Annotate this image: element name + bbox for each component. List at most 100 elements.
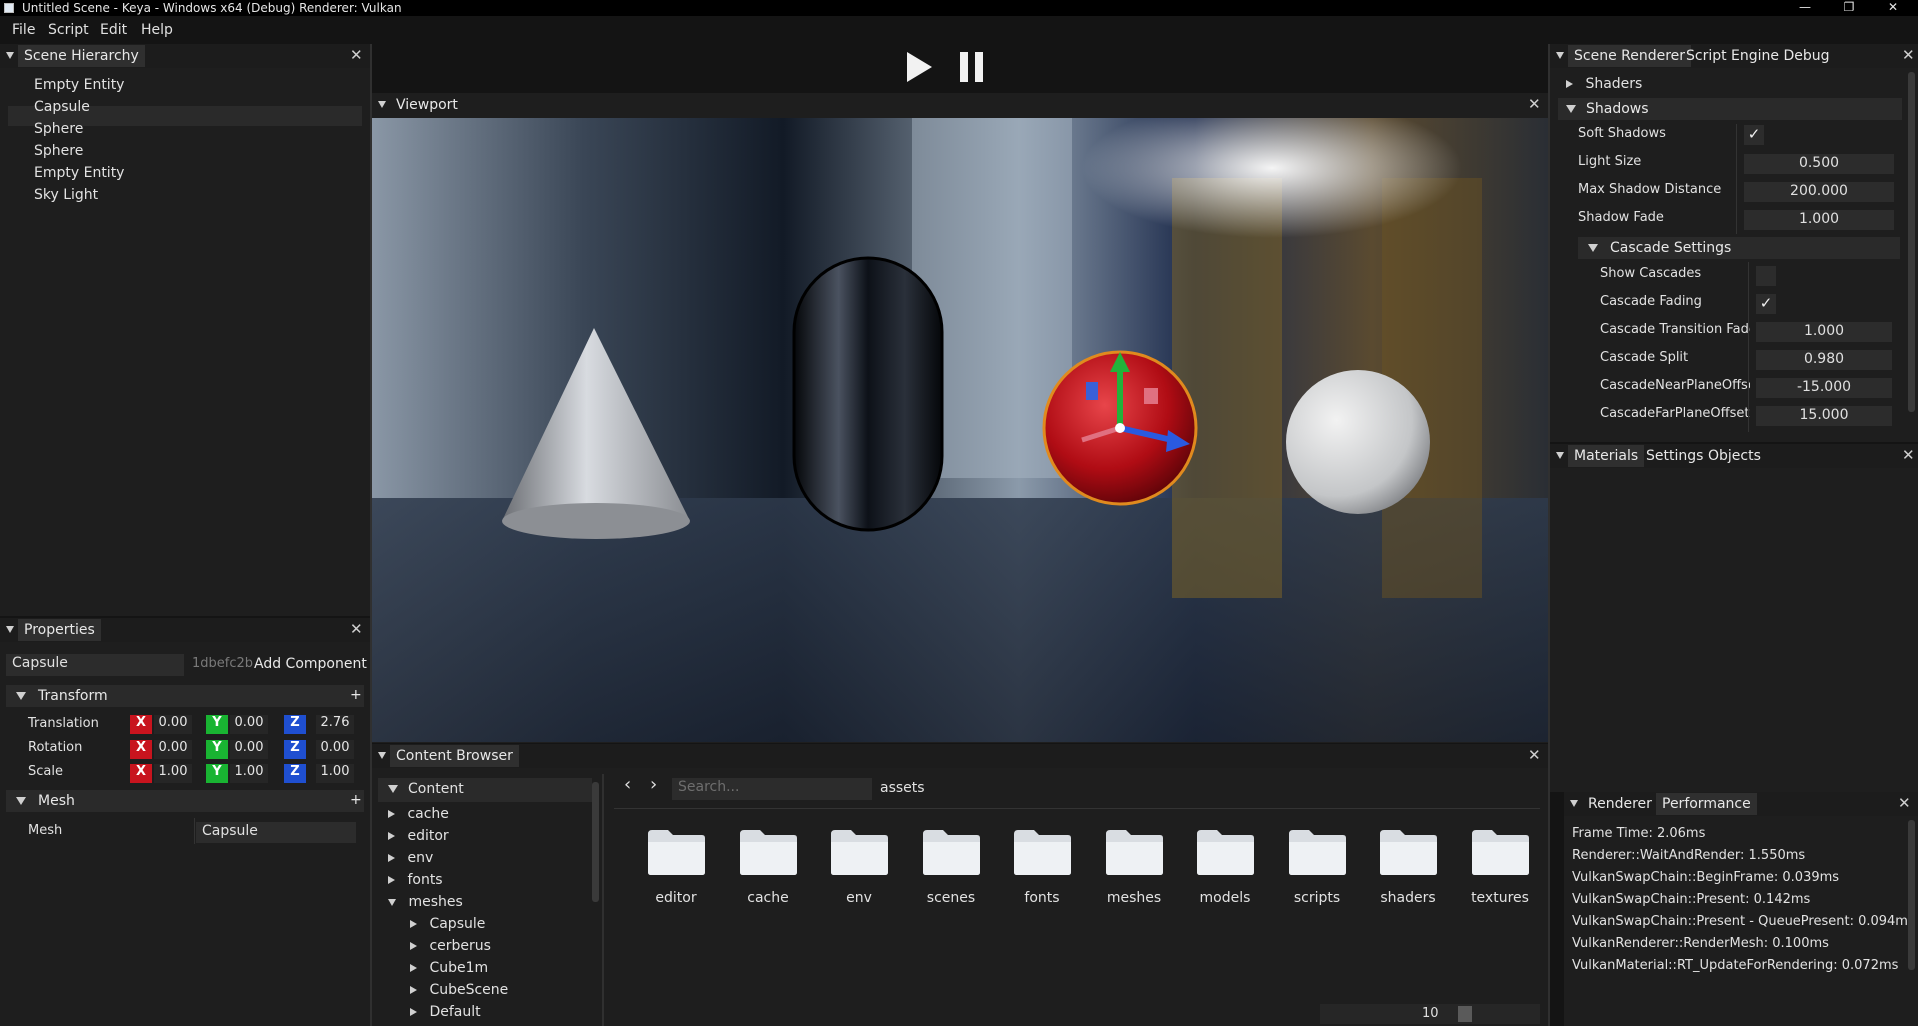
mesh-value-field[interactable]: Capsule xyxy=(196,822,356,843)
tab-settings[interactable]: Settings xyxy=(1640,445,1709,467)
menu-help[interactable]: Help xyxy=(141,22,173,38)
shadow-fade-field[interactable]: 1.000 xyxy=(1744,210,1894,230)
collapse-icon[interactable] xyxy=(6,626,14,633)
tree-item-default[interactable]: Default xyxy=(410,1004,570,1020)
performance-scrollbar[interactable] xyxy=(1908,820,1915,970)
folder-item[interactable]: env xyxy=(819,824,899,924)
collapse-icon[interactable] xyxy=(1556,52,1564,59)
axis-y-label[interactable]: Y xyxy=(206,715,228,734)
translation-x[interactable]: 0.00 xyxy=(154,715,192,734)
tree-item-cubescene[interactable]: CubeScene xyxy=(410,982,570,998)
hierarchy-item[interactable]: Empty Entity xyxy=(34,165,124,181)
shaders-node[interactable]: Shaders xyxy=(1566,76,1642,92)
tree-item-meshes[interactable]: meshes xyxy=(388,894,568,910)
rotation-z[interactable]: 0.00 xyxy=(316,740,354,759)
slider-thumb[interactable] xyxy=(1458,1006,1472,1022)
folder-item[interactable]: models xyxy=(1185,824,1265,924)
search-input[interactable]: Search... xyxy=(672,778,872,800)
axis-y-label[interactable]: Y xyxy=(206,740,228,759)
tree-item-capsule[interactable]: Capsule xyxy=(410,916,570,932)
show-cascades-checkbox[interactable] xyxy=(1756,266,1776,286)
maximize-button[interactable]: ❐ xyxy=(1828,0,1870,16)
folder-item[interactable]: editor xyxy=(636,824,716,924)
menu-file[interactable]: File xyxy=(12,22,35,38)
add-icon[interactable]: + xyxy=(350,792,362,808)
collapse-icon[interactable] xyxy=(378,101,386,108)
cascade-settings-header[interactable]: Cascade Settings xyxy=(1578,237,1900,259)
translation-y[interactable]: 0.00 xyxy=(230,715,268,734)
hierarchy-item[interactable]: Empty Entity xyxy=(34,77,124,93)
axis-x-label[interactable]: X xyxy=(130,715,152,734)
cascade-transition-fade-field[interactable]: 1.000 xyxy=(1756,322,1892,342)
folder-item[interactable]: meshes xyxy=(1094,824,1174,924)
mesh-section-header[interactable]: Mesh + xyxy=(6,790,364,812)
axis-x-label[interactable]: X xyxy=(130,740,152,759)
folder-item[interactable]: shaders xyxy=(1368,824,1448,924)
tab-viewport[interactable]: Viewport xyxy=(390,94,464,116)
renderer-scrollbar[interactable] xyxy=(1908,72,1915,412)
add-component-button[interactable]: Add Component xyxy=(254,656,367,672)
translation-z[interactable]: 2.76 xyxy=(316,715,354,734)
scale-z[interactable]: 1.00 xyxy=(316,764,354,783)
collapse-icon[interactable] xyxy=(6,52,14,59)
folder-item[interactable]: cache xyxy=(728,824,808,924)
axis-z-label[interactable]: Z xyxy=(284,740,306,759)
scale-x[interactable]: 1.00 xyxy=(154,764,192,783)
tab-content-browser[interactable]: Content Browser xyxy=(390,745,519,767)
shadows-section-header[interactable]: Shadows xyxy=(1558,98,1902,120)
close-icon[interactable]: ✕ xyxy=(1898,794,1911,812)
cascade-split-field[interactable]: 0.980 xyxy=(1756,350,1892,370)
tab-renderer[interactable]: Renderer xyxy=(1582,793,1658,815)
close-icon[interactable]: ✕ xyxy=(1528,95,1541,113)
tree-item-cerberus[interactable]: cerberus xyxy=(410,938,570,954)
scale-y[interactable]: 1.00 xyxy=(230,764,268,783)
max-shadow-distance-field[interactable]: 200.000 xyxy=(1744,182,1894,202)
close-window-button[interactable]: ✕ xyxy=(1872,0,1914,16)
tree-item-fonts[interactable]: fonts xyxy=(388,872,568,888)
rotation-x[interactable]: 0.00 xyxy=(154,740,192,759)
tree-item-cube1m[interactable]: Cube1m xyxy=(410,960,570,976)
content-root[interactable]: Content xyxy=(378,778,592,802)
axis-z-label[interactable]: Z xyxy=(284,715,306,734)
transform-section-header[interactable]: Transform + xyxy=(6,685,364,707)
axis-y-label[interactable]: Y xyxy=(206,764,228,783)
hierarchy-item[interactable]: Sphere xyxy=(34,143,83,159)
folder-item[interactable]: scripts xyxy=(1277,824,1357,924)
add-icon[interactable]: + xyxy=(350,687,362,703)
menu-edit[interactable]: Edit xyxy=(100,22,127,38)
hierarchy-item[interactable]: Sky Light xyxy=(34,187,98,203)
close-icon[interactable]: ✕ xyxy=(350,46,363,64)
tab-materials[interactable]: Materials xyxy=(1568,445,1645,467)
viewport-render[interactable] xyxy=(372,118,1548,742)
cascade-fading-checkbox[interactable]: ✓ xyxy=(1756,294,1776,314)
splitter[interactable] xyxy=(602,774,604,1026)
tree-item-cache[interactable]: cache xyxy=(388,806,568,822)
tab-properties[interactable]: Properties xyxy=(18,619,101,641)
pause-icon[interactable] xyxy=(958,50,986,84)
play-icon[interactable] xyxy=(904,50,934,84)
tree-item-env[interactable]: env xyxy=(388,850,568,866)
collapse-icon[interactable] xyxy=(1556,452,1564,459)
close-icon[interactable]: ✕ xyxy=(1902,446,1915,464)
tab-objects[interactable]: Objects xyxy=(1702,445,1767,467)
axis-x-label[interactable]: X xyxy=(130,764,152,783)
forward-icon[interactable]: › xyxy=(650,774,657,795)
soft-shadows-checkbox[interactable]: ✓ xyxy=(1744,125,1764,145)
minimize-button[interactable]: — xyxy=(1784,0,1826,16)
tab-scene-hierarchy[interactable]: Scene Hierarchy xyxy=(18,45,145,67)
close-icon[interactable]: ✕ xyxy=(350,620,363,638)
entity-name-field[interactable]: Capsule xyxy=(6,654,184,676)
tree-scrollbar[interactable] xyxy=(592,782,599,902)
collapse-icon[interactable] xyxy=(378,752,386,759)
tree-item-editor[interactable]: editor xyxy=(388,828,568,844)
tab-scene-renderer[interactable]: Scene Renderer xyxy=(1568,45,1692,67)
folder-item[interactable]: scenes xyxy=(911,824,991,924)
light-size-field[interactable]: 0.500 xyxy=(1744,154,1894,174)
cascade-near-field[interactable]: -15.000 xyxy=(1756,378,1892,398)
close-icon[interactable]: ✕ xyxy=(1528,746,1541,764)
rotation-y[interactable]: 0.00 xyxy=(230,740,268,759)
tab-script-engine-debug[interactable]: Script Engine Debug xyxy=(1680,45,1836,67)
hierarchy-item[interactable]: Sphere xyxy=(34,121,83,137)
hierarchy-item[interactable]: Capsule xyxy=(34,99,90,115)
cascade-far-field[interactable]: 15.000 xyxy=(1756,406,1892,426)
